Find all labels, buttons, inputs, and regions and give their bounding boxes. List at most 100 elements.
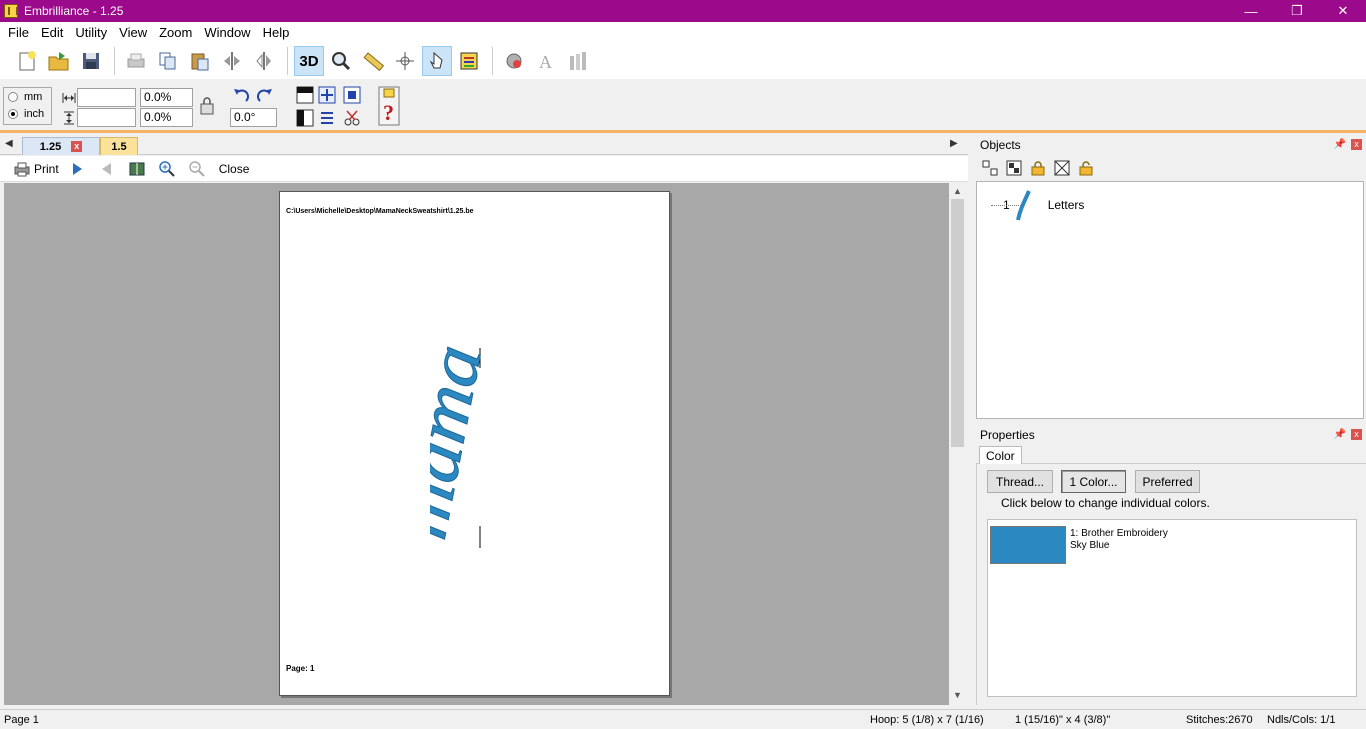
tab-close-icon[interactable]: x [71,141,83,152]
color-count-button[interactable]: 1 Color... [1061,470,1126,493]
menu-edit[interactable]: Edit [35,22,69,43]
color-hint-text: Click below to change individual colors. [1001,496,1210,510]
inch-radio[interactable] [8,108,18,119]
ruler-icon[interactable] [358,46,388,76]
two-page-button[interactable] [129,161,149,177]
stitch-list-icon[interactable] [316,107,338,129]
tabs-scroll-left-icon[interactable]: ◀ [5,138,13,149]
ungroup-icon[interactable] [980,158,1000,178]
unit-mm-option[interactable]: mm [4,88,51,105]
hoop-center-icon[interactable] [390,46,420,76]
scroll-up-icon[interactable]: ▲ [953,186,962,196]
lock-icon[interactable] [1028,158,1048,178]
width-percent-field[interactable]: 0.0% [140,88,193,107]
objects-title: Objects [980,138,1021,152]
svg-text:A: A [539,52,552,72]
file-path-label: C:\Users\Michelle\Desktop\MamaNeckSweats… [286,208,474,215]
align-top-icon[interactable] [294,84,316,106]
scroll-thumb[interactable] [951,199,964,447]
design-text: mama [430,342,497,545]
book-icon [129,161,145,177]
pin-icon[interactable]: 📌 [1334,429,1346,440]
menu-zoom[interactable]: Zoom [153,22,198,43]
unit-inch-option[interactable]: inch [4,105,51,122]
menu-help[interactable]: Help [257,22,296,43]
mm-radio[interactable] [8,91,18,102]
status-stitches: Stitches:2670 [1186,714,1253,726]
new-file-icon[interactable] [12,46,42,76]
page-number-label: Page: 1 [286,664,315,673]
list-item[interactable]: 1 Letters [991,188,1084,222]
print-icon[interactable] [121,46,151,76]
embroidery-design[interactable]: mama [430,342,530,552]
width-field[interactable] [77,88,136,107]
zoom-out-button[interactable] [188,160,209,177]
color-swatch[interactable] [990,526,1066,564]
height-percent-field[interactable]: 0.0% [140,108,193,127]
close-preview-button[interactable]: Close [219,162,250,176]
magnify-icon[interactable] [326,46,356,76]
help-icon[interactable]: ? [377,85,401,127]
pin-icon[interactable]: 📌 [1334,139,1346,150]
status-needles: Ndls/Cols: 1/1 [1267,714,1336,726]
close-window-button[interactable]: ✕ [1320,0,1366,22]
stitch-settings-icon[interactable] [499,46,529,76]
properties-body: Thread... 1 Color... Preferred Click bel… [976,464,1364,705]
zoom-in-button[interactable] [158,160,179,177]
center-in-hoop-icon[interactable] [316,84,338,106]
properties-panel-icon[interactable] [454,46,484,76]
objects-panel-header: Objects 📌 x [976,136,1366,154]
hide-icon[interactable] [1052,158,1072,178]
thread-brand: 1: Brother Embroidery [1070,528,1168,539]
rotate-left-icon[interactable] [230,84,252,106]
tab-1-25-label: 1.25 [39,140,62,153]
rotation-field[interactable]: 0.0° [230,108,277,127]
maximize-button[interactable]: ❐ [1274,0,1320,22]
lock-aspect-icon[interactable] [196,95,218,117]
save-icon[interactable] [76,46,106,76]
menu-utility[interactable]: Utility [69,22,113,43]
tab-color[interactable]: Color [979,446,1022,465]
object-label: Letters [1047,198,1085,212]
tab-1-25[interactable]: 1.25 x [22,137,100,155]
group-icon[interactable] [1004,158,1024,178]
objects-close-icon[interactable]: x [1351,139,1362,150]
preferred-button[interactable]: Preferred [1135,470,1200,493]
status-page: Page 1 [4,714,39,726]
tab-1-5[interactable]: 1.5 [100,137,138,155]
rotate-right-icon[interactable] [254,84,276,106]
properties-tabs: Color [976,444,1366,465]
properties-close-icon[interactable]: x [1351,429,1362,440]
color-entry[interactable]: 1: Brother Embroidery Sky Blue [1070,528,1168,552]
copy-icon[interactable] [153,46,183,76]
prev-page-button[interactable] [99,161,119,177]
columns-tool-icon[interactable] [563,46,593,76]
print-label: Print [34,161,59,176]
status-bar: Page 1 Hoop: 5 (1/8) x 7 (1/16) 1 (15/16… [0,709,1366,729]
text-tool-icon[interactable]: A [531,46,561,76]
next-page-button[interactable] [69,161,89,177]
3d-view-button[interactable]: 3D [294,46,324,76]
align-left-icon[interactable] [294,107,316,129]
mirror-horizontal-icon[interactable] [217,46,247,76]
cut-scissors-icon[interactable] [341,107,363,129]
menu-file[interactable]: File [2,22,35,43]
unlock-icon[interactable] [1076,158,1096,178]
mirror-vertical-icon[interactable] [249,46,279,76]
zoom-out-icon [188,160,205,177]
scroll-down-icon[interactable]: ▼ [953,690,962,700]
select-pointer-icon[interactable] [422,46,452,76]
thread-button[interactable]: Thread... [987,470,1053,493]
menu-view[interactable]: View [113,22,153,43]
open-folder-icon[interactable] [44,46,74,76]
paste-icon[interactable] [185,46,215,76]
print-button[interactable]: Print [14,161,59,177]
preview-vertical-scrollbar[interactable]: ▲ ▼ [949,183,966,705]
tabs-scroll-right-icon[interactable]: ▶ [950,138,958,149]
height-field[interactable] [77,108,136,127]
minimize-button[interactable]: — [1228,0,1274,22]
preview-page: C:\Users\Michelle\Desktop\MamaNeckSweats… [279,191,670,696]
fit-to-hoop-icon[interactable] [341,84,363,106]
menu-window[interactable]: Window [198,22,256,43]
arrow-left-icon [99,161,115,177]
